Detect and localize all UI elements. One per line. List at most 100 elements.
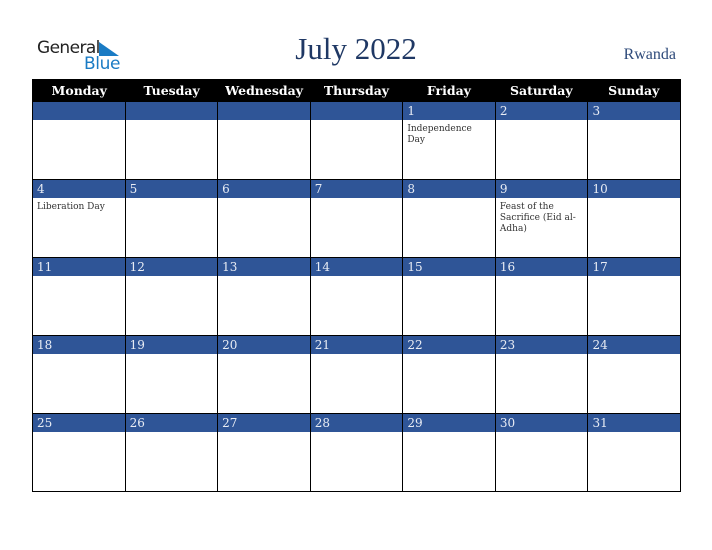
day-number: 10 <box>588 180 681 198</box>
day-cell[interactable] <box>217 102 310 179</box>
holiday-label <box>496 354 588 358</box>
weekday-label: Tuesday <box>143 83 200 98</box>
day-cell[interactable] <box>33 102 125 179</box>
day-number: 12 <box>125 258 218 276</box>
holiday-label <box>218 354 310 358</box>
holiday-label <box>126 276 218 280</box>
day-number: 9 <box>495 180 588 198</box>
holiday-label <box>311 276 403 280</box>
day-cell[interactable]: 10 <box>587 180 681 257</box>
day-number: 25 <box>33 414 125 432</box>
holiday-label <box>496 432 588 436</box>
day-number <box>218 102 310 120</box>
day-cell[interactable]: 29 <box>402 414 495 491</box>
day-number: 28 <box>310 414 403 432</box>
day-number: 27 <box>218 414 310 432</box>
day-cell[interactable]: 27 <box>217 414 310 491</box>
weekday-label: Thursday <box>323 83 390 98</box>
day-cell[interactable]: 1 Independence Day <box>402 102 495 179</box>
holiday-label <box>588 432 680 436</box>
day-cell[interactable]: 11 <box>33 258 125 335</box>
holiday-label <box>588 198 680 202</box>
day-number: 17 <box>588 258 681 276</box>
day-cell[interactable]: 3 <box>587 102 681 179</box>
day-number: 19 <box>125 336 218 354</box>
holiday-label <box>33 354 125 358</box>
day-cell[interactable] <box>309 102 403 179</box>
holiday-label <box>588 354 680 358</box>
day-cell[interactable]: 9 Feast of the Sacrifice (Eid al-Adha) <box>494 180 588 257</box>
day-number: 8 <box>403 180 495 198</box>
weekday-label: Monday <box>51 83 107 98</box>
day-cell[interactable] <box>124 102 218 179</box>
week-row: 18 19 20 21 22 23 24 <box>33 335 681 413</box>
holiday-label <box>33 432 125 436</box>
day-number: 29 <box>403 414 495 432</box>
day-cell[interactable]: 18 <box>33 336 125 413</box>
weekday-header: Monday Tuesday Wednesday Thursday Friday… <box>33 79 680 102</box>
holiday-label <box>311 432 403 436</box>
holiday-label <box>403 276 495 280</box>
day-number: 3 <box>588 102 681 120</box>
holiday-label <box>588 276 680 280</box>
day-cell[interactable]: 16 <box>494 258 588 335</box>
holiday-label: Liberation Day <box>37 202 105 212</box>
day-number: 14 <box>310 258 403 276</box>
day-number: 15 <box>403 258 495 276</box>
day-number <box>310 102 403 120</box>
day-number: 26 <box>125 414 218 432</box>
day-cell[interactable]: 31 <box>587 414 681 491</box>
holiday-label: Feast of the Sacrifice (Eid al-Adha) <box>499 202 576 234</box>
day-cell[interactable]: 24 <box>587 336 681 413</box>
day-cell[interactable]: 25 <box>33 414 125 491</box>
day-number: 20 <box>218 336 310 354</box>
day-cell[interactable]: 26 <box>124 414 218 491</box>
day-number: 30 <box>495 414 588 432</box>
day-number: 4 <box>33 180 125 198</box>
day-number: 1 <box>403 102 495 120</box>
day-cell[interactable]: 2 <box>494 102 588 179</box>
holiday-label: Independence Day <box>407 124 472 145</box>
holiday-label <box>126 354 218 358</box>
holiday-label <box>33 120 125 124</box>
day-number: 13 <box>218 258 310 276</box>
day-cell[interactable]: 30 <box>494 414 588 491</box>
page-title: July 2022 <box>295 31 417 66</box>
day-cell[interactable]: 15 <box>402 258 495 335</box>
day-number <box>33 102 125 120</box>
day-cell[interactable]: 22 <box>402 336 495 413</box>
holiday-label <box>218 120 310 124</box>
day-cell[interactable]: 13 <box>217 258 310 335</box>
day-cell[interactable]: 12 <box>124 258 218 335</box>
calendar-grid: Monday Tuesday Wednesday Thursday Friday… <box>32 79 681 492</box>
day-cell[interactable]: 7 <box>309 180 403 257</box>
day-number: 23 <box>495 336 588 354</box>
day-cell[interactable]: 14 <box>309 258 403 335</box>
holiday-label <box>311 354 403 358</box>
day-number: 21 <box>310 336 403 354</box>
day-number: 6 <box>218 180 310 198</box>
day-cell[interactable]: 5 <box>124 180 218 257</box>
weekday-label: Sunday <box>608 83 660 98</box>
day-cell[interactable]: 23 <box>494 336 588 413</box>
week-row: 11 12 13 14 15 16 17 <box>33 257 681 335</box>
country-label: Rwanda <box>623 46 676 63</box>
weekday-label: Wednesday <box>225 83 303 98</box>
day-cell[interactable]: 21 <box>309 336 403 413</box>
day-cell[interactable]: 19 <box>124 336 218 413</box>
holiday-label <box>311 120 403 124</box>
holiday-label <box>311 198 403 202</box>
holiday-label <box>496 120 588 124</box>
holiday-label <box>218 198 310 202</box>
day-cell[interactable]: 17 <box>587 258 681 335</box>
day-number: 7 <box>310 180 403 198</box>
day-number: 11 <box>33 258 125 276</box>
day-cell[interactable]: 6 <box>217 180 310 257</box>
day-cell[interactable]: 4 Liberation Day <box>33 180 125 257</box>
day-cell[interactable]: 8 <box>402 180 495 257</box>
day-cell[interactable]: 20 <box>217 336 310 413</box>
day-number: 16 <box>495 258 588 276</box>
week-row: 25 26 27 28 29 30 31 <box>33 413 681 491</box>
holiday-label <box>403 198 495 202</box>
day-cell[interactable]: 28 <box>309 414 403 491</box>
